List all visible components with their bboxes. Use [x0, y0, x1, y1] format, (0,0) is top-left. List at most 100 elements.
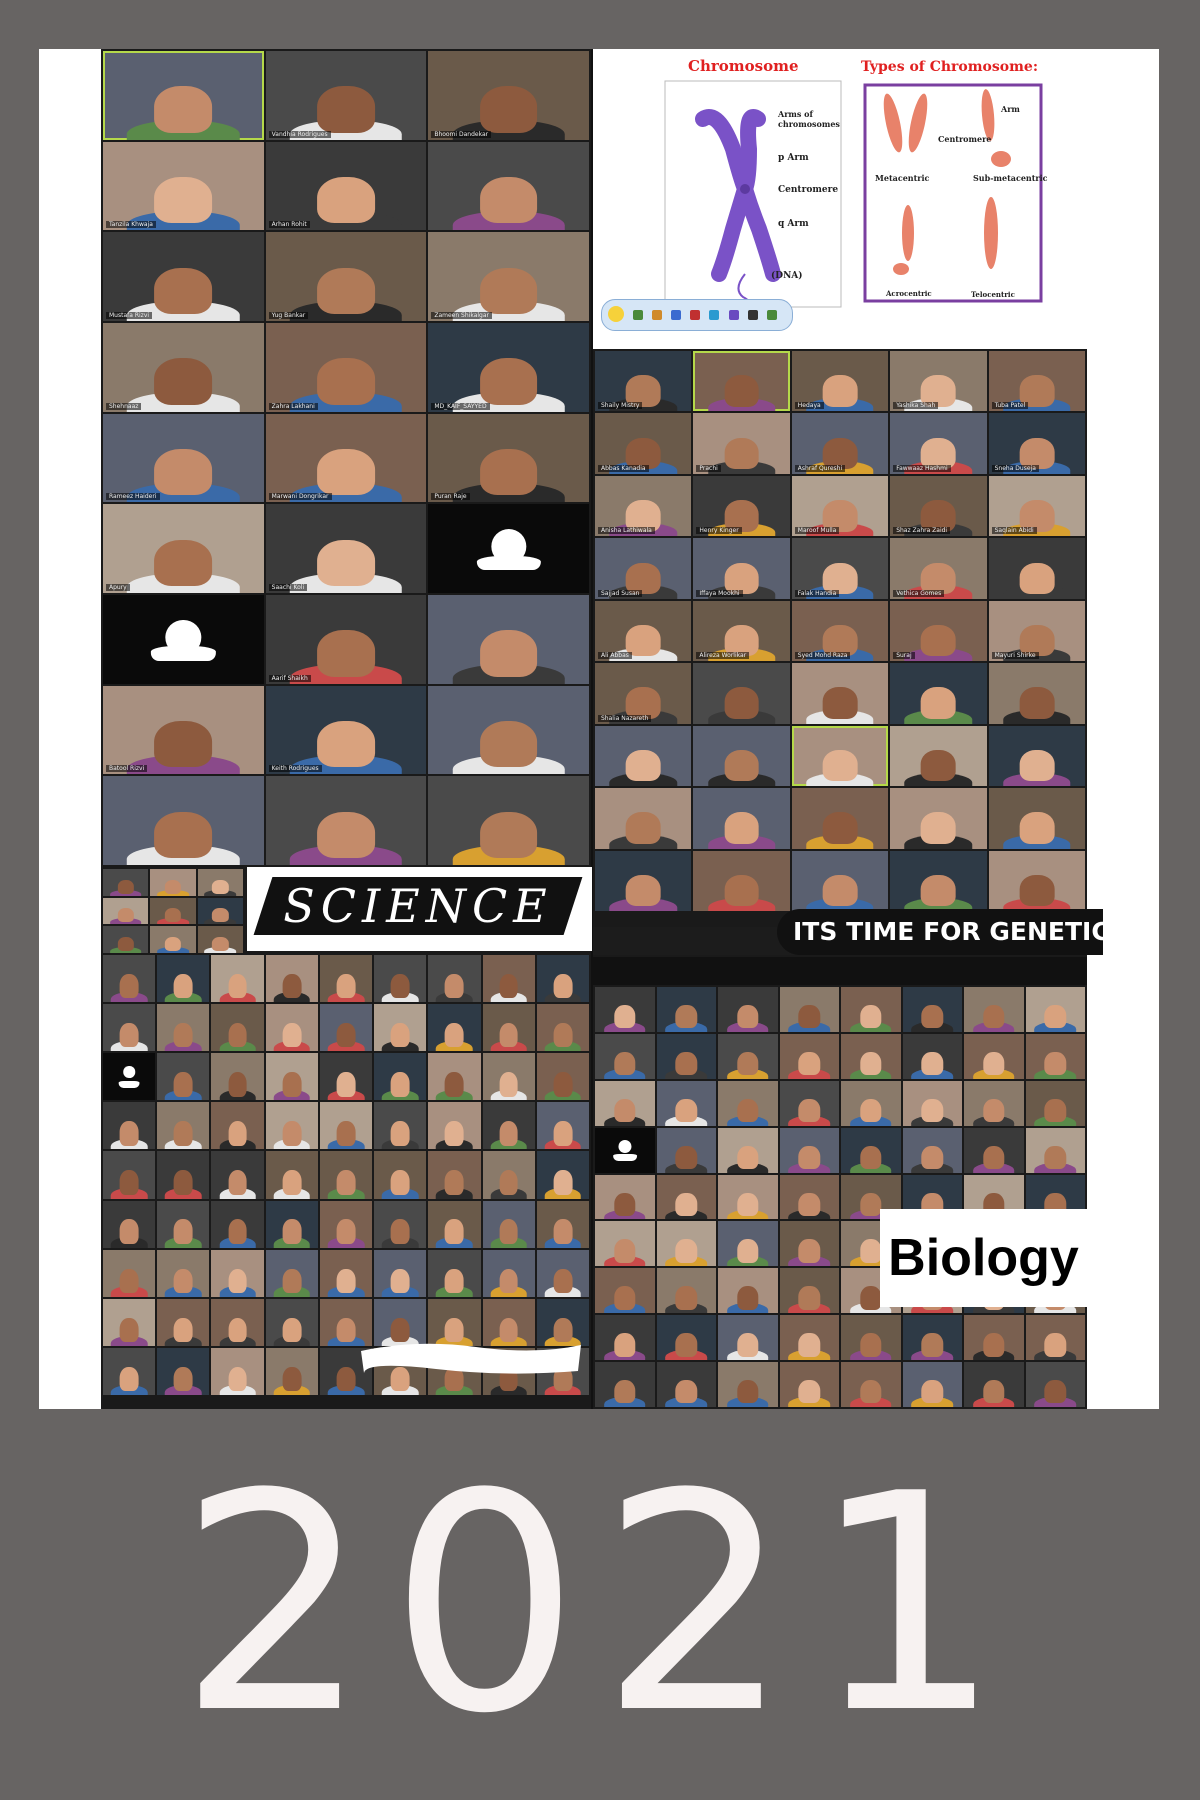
participant-tile[interactable] [265, 1004, 318, 1052]
participant-tile[interactable] [103, 1200, 156, 1248]
participant-tile[interactable] [779, 1033, 839, 1079]
participant-tile[interactable] [536, 1200, 589, 1248]
participant-tile[interactable] [902, 1080, 962, 1126]
tool-icon[interactable] [747, 310, 758, 320]
participant-tile[interactable] [374, 1004, 427, 1052]
participant-tile[interactable] [656, 1268, 716, 1314]
participant-tile[interactable] [779, 1080, 839, 1126]
participant-tile[interactable] [718, 1080, 778, 1126]
participant-tile[interactable]: Abbas Kanadia [595, 413, 692, 474]
participant-tile[interactable] [482, 1102, 535, 1150]
participant-tile[interactable] [595, 1080, 655, 1126]
participant-tile[interactable] [157, 1151, 210, 1199]
participant-tile[interactable] [319, 1200, 373, 1248]
participant-tile[interactable] [841, 1362, 901, 1407]
participant-tile[interactable] [718, 1221, 778, 1267]
participant-tile[interactable] [211, 1200, 264, 1248]
participant-tile[interactable] [779, 1174, 839, 1220]
participant-tile[interactable] [374, 1102, 427, 1150]
participant-tile[interactable] [1025, 1033, 1085, 1079]
tool-icon[interactable] [690, 310, 701, 320]
participant-tile[interactable] [482, 1053, 535, 1101]
participant-tile[interactable] [964, 1033, 1024, 1079]
participant-tile[interactable] [841, 987, 901, 1032]
participant-tile[interactable]: Anisha Lathiwala [595, 475, 692, 537]
participant-tile[interactable] [265, 1298, 318, 1346]
participant-tile[interactable] [536, 1151, 589, 1199]
participant-tile[interactable] [693, 663, 790, 724]
participant-tile[interactable]: Fawwaaz Hashmi [890, 413, 987, 474]
participant-tile[interactable] [779, 1127, 839, 1173]
participant-tile[interactable] [482, 1200, 535, 1248]
participant-tile[interactable] [428, 955, 481, 1003]
participant-tile[interactable]: Suraj [890, 600, 987, 662]
participant-tile[interactable] [374, 1249, 427, 1297]
participant-tile[interactable] [656, 1080, 716, 1126]
participant-tile[interactable] [656, 1221, 716, 1267]
participant-tile[interactable]: Aarif Shaikh [265, 594, 427, 684]
participant-tile[interactable] [693, 850, 790, 911]
participant-tile[interactable] [482, 955, 535, 1003]
participant-tile[interactable] [103, 776, 264, 865]
tool-icon[interactable] [728, 310, 739, 320]
participant-tile[interactable] [890, 788, 987, 849]
tool-icon[interactable] [671, 310, 682, 320]
participant-tile[interactable]: Henry Kinger [693, 475, 790, 537]
participant-tile[interactable] [656, 1033, 716, 1079]
participant-tile[interactable] [595, 725, 692, 787]
participant-tile[interactable]: Saqlain Abidi [988, 475, 1085, 537]
participant-tile[interactable]: Sneha Duseja [988, 413, 1085, 474]
participant-tile[interactable] [693, 351, 790, 412]
participant-tile[interactable] [595, 788, 692, 849]
participant-tile[interactable] [656, 1127, 716, 1173]
participant-tile[interactable] [988, 725, 1085, 787]
participant-tile[interactable]: Vandhia Rodrigues [265, 51, 427, 140]
participant-tile[interactable] [791, 850, 889, 911]
participant-tile[interactable] [211, 955, 264, 1003]
participant-tile[interactable] [536, 1053, 589, 1101]
participant-tile[interactable] [428, 776, 589, 865]
participant-tile[interactable] [595, 1127, 655, 1173]
participant-tile[interactable] [536, 1249, 589, 1297]
participant-tile[interactable] [157, 1200, 210, 1248]
participant-tile[interactable] [718, 1362, 778, 1407]
participant-tile[interactable] [157, 955, 210, 1003]
participant-tile[interactable] [902, 987, 962, 1032]
participant-tile[interactable]: Falak Handia [791, 538, 889, 599]
participant-tile[interactable] [595, 850, 692, 911]
participant-tile[interactable]: Iffaya Mookhi [693, 538, 790, 599]
participant-tile[interactable] [211, 1053, 264, 1101]
participant-tile[interactable] [1025, 1080, 1085, 1126]
participant-tile[interactable] [902, 1315, 962, 1361]
participant-tile[interactable] [265, 955, 318, 1003]
participant-tile[interactable]: Ashraf Qureshi [791, 413, 889, 474]
participant-tile[interactable]: Apury [103, 504, 264, 593]
participant-tile[interactable] [103, 926, 149, 953]
participant-tile[interactable] [718, 1174, 778, 1220]
participant-tile[interactable]: Keith Rodrigues [265, 685, 427, 775]
participant-tile[interactable] [988, 850, 1085, 911]
participant-tile[interactable] [265, 1102, 318, 1150]
participant-tile[interactable] [103, 1347, 156, 1395]
participant-tile[interactable]: Batool Rizvi [103, 685, 264, 775]
participant-tile[interactable] [319, 1053, 373, 1101]
participant-tile[interactable] [536, 955, 589, 1003]
participant-tile[interactable] [779, 1268, 839, 1314]
participant-tile[interactable]: Maroof Mulla [791, 475, 889, 537]
participant-tile[interactable] [428, 504, 589, 593]
participant-tile[interactable] [428, 1200, 481, 1248]
participant-tile[interactable] [428, 1249, 481, 1297]
participant-tile[interactable] [103, 594, 264, 684]
participant-tile[interactable] [374, 1053, 427, 1101]
participant-tile[interactable] [319, 1004, 373, 1052]
participant-tile[interactable] [197, 926, 243, 953]
participant-tile[interactable] [265, 1249, 318, 1297]
participant-tile[interactable] [319, 1151, 373, 1199]
participant-tile[interactable] [319, 955, 373, 1003]
participant-tile[interactable]: Tuba Patel [988, 351, 1085, 412]
participant-tile[interactable] [428, 1053, 481, 1101]
participant-tile[interactable] [319, 1249, 373, 1297]
participant-tile[interactable] [890, 725, 987, 787]
participant-tile[interactable]: Sajjad Susan [595, 538, 692, 599]
participant-tile[interactable] [902, 1033, 962, 1079]
